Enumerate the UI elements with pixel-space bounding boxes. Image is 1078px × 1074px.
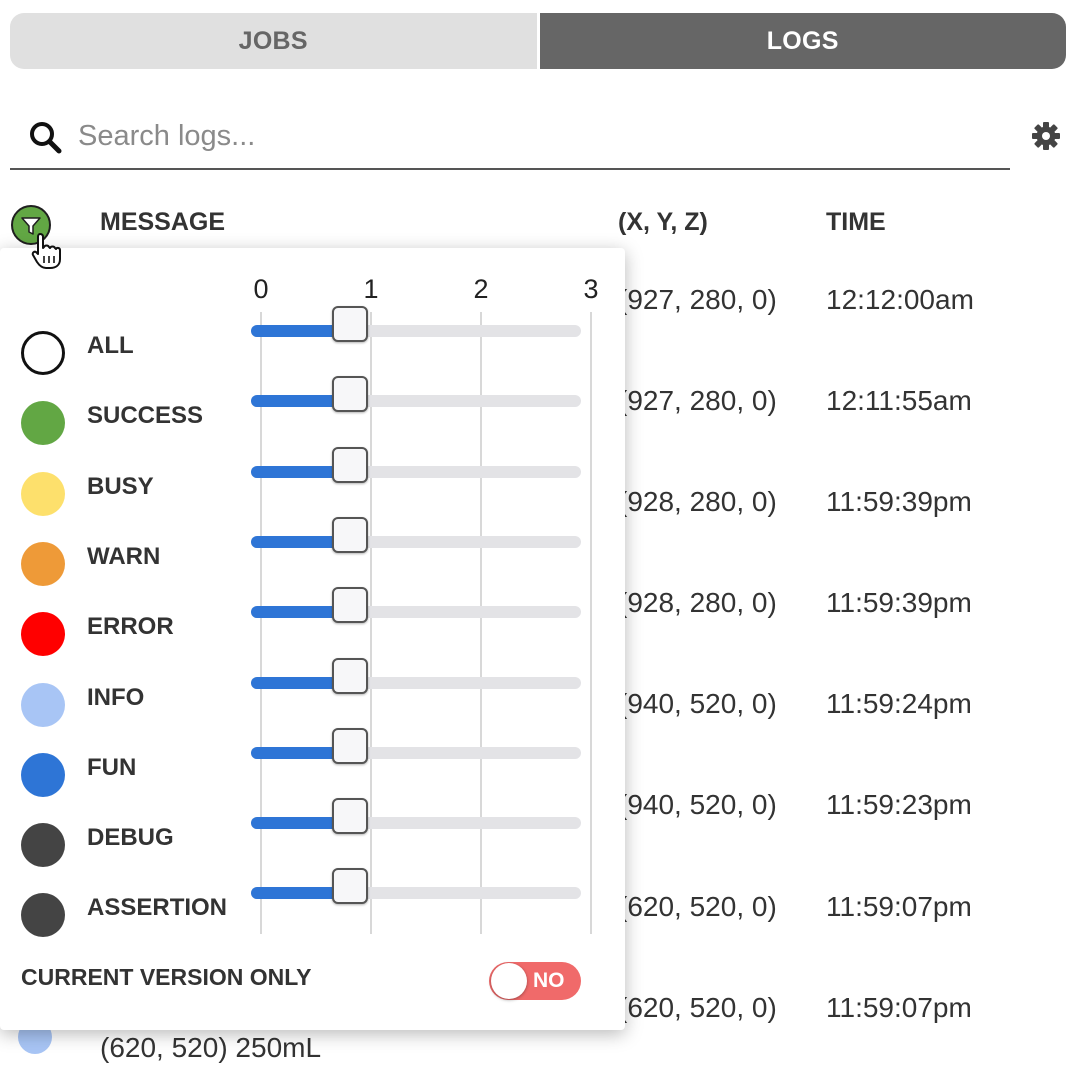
cell-time: 11:59:07pm — [826, 992, 972, 1024]
level-slider-success[interactable] — [251, 395, 581, 407]
current-version-only-toggle[interactable]: NO — [489, 962, 581, 1000]
level-label-info: INFO — [87, 684, 144, 712]
cell-time: 11:59:39pm — [826, 486, 972, 518]
level-label-debug: DEBUG — [87, 824, 174, 852]
toggle-state: NO — [533, 969, 565, 993]
tab-logs[interactable]: LOGS — [540, 13, 1067, 69]
column-header-message[interactable]: MESSAGE — [100, 208, 225, 237]
level-slider-info[interactable] — [251, 677, 581, 689]
level-slider-assertion[interactable] — [251, 887, 581, 899]
level-label-warn: WARN — [87, 543, 160, 571]
column-header-time[interactable]: TIME — [826, 208, 886, 237]
cell-time: 11:59:24pm — [826, 688, 972, 720]
cell-xyz: (940, 520, 0) — [618, 789, 777, 821]
column-header-xyz[interactable]: (X, Y, Z) — [618, 208, 708, 237]
scale-label: 1 — [363, 274, 378, 305]
level-dot-debug[interactable] — [21, 823, 65, 867]
cell-xyz: (928, 280, 0) — [618, 587, 777, 619]
slider-thumb[interactable] — [332, 798, 368, 834]
cell-xyz: (620, 520, 0) — [618, 992, 777, 1024]
level-slider-error[interactable] — [251, 606, 581, 618]
cell-time: 11:59:23pm — [826, 789, 972, 821]
log-message: (620, 520) 250mL — [100, 1032, 321, 1064]
level-label-fun: FUN — [87, 754, 136, 782]
level-slider-debug[interactable] — [251, 817, 581, 829]
slider-thumb[interactable] — [332, 868, 368, 904]
level-slider-all[interactable] — [251, 325, 581, 337]
cell-time: 11:59:07pm — [826, 891, 972, 923]
scale-label: 3 — [583, 274, 598, 305]
cell-xyz: (927, 280, 0) — [618, 385, 777, 417]
level-dot-all[interactable] — [21, 331, 65, 375]
tab-jobs[interactable]: JOBS — [10, 13, 537, 69]
search-bar — [10, 106, 1010, 170]
level-slider-fun[interactable] — [251, 747, 581, 759]
scale-label: 2 — [473, 274, 488, 305]
cell-xyz: (927, 280, 0) — [618, 284, 777, 316]
level-label-assertion: ASSERTION — [87, 894, 227, 922]
level-dot-error[interactable] — [21, 612, 65, 656]
slider-thumb[interactable] — [332, 587, 368, 623]
scale-gridline — [590, 312, 592, 934]
level-dot-success[interactable] — [21, 401, 65, 445]
toggle-knob — [491, 963, 527, 999]
level-label-all: ALL — [87, 332, 134, 360]
scale-label: 0 — [253, 274, 268, 305]
slider-thumb[interactable] — [332, 447, 368, 483]
gear-icon[interactable] — [1032, 122, 1060, 150]
level-dot-warn[interactable] — [21, 542, 65, 586]
slider-thumb[interactable] — [332, 517, 368, 553]
level-dot-assertion[interactable] — [21, 893, 65, 937]
level-slider-busy[interactable] — [251, 466, 581, 478]
level-label-busy: BUSY — [87, 473, 154, 501]
cell-time: 12:11:55am — [826, 385, 972, 417]
cell-xyz: (940, 520, 0) — [618, 688, 777, 720]
slider-thumb[interactable] — [332, 376, 368, 412]
slider-thumb[interactable] — [332, 306, 368, 342]
slider-thumb[interactable] — [332, 658, 368, 694]
tab-bar: JOBS LOGS — [10, 13, 1066, 69]
level-filter-popup: 0 1 2 3 ALL SUCCESS BUSY WARN ERROR INFO FUN DEBUG… — [0, 248, 625, 1030]
level-dot-busy[interactable] — [21, 472, 65, 516]
hand-cursor-icon — [30, 232, 64, 270]
cell-xyz: (620, 520, 0) — [618, 891, 777, 923]
cell-xyz: (928, 280, 0) — [618, 486, 777, 518]
cell-time: 12:12:00am — [826, 284, 974, 316]
level-slider-warn[interactable] — [251, 536, 581, 548]
level-dot-info[interactable] — [21, 683, 65, 727]
slider-thumb[interactable] — [332, 728, 368, 764]
current-version-only-label: CURRENT VERSION ONLY — [21, 964, 312, 991]
level-dot-fun[interactable] — [21, 753, 65, 797]
level-label-success: SUCCESS — [87, 402, 203, 430]
search-input[interactable] — [76, 112, 980, 160]
cell-time: 11:59:39pm — [826, 587, 972, 619]
search-icon — [28, 120, 62, 154]
level-label-error: ERROR — [87, 613, 174, 641]
